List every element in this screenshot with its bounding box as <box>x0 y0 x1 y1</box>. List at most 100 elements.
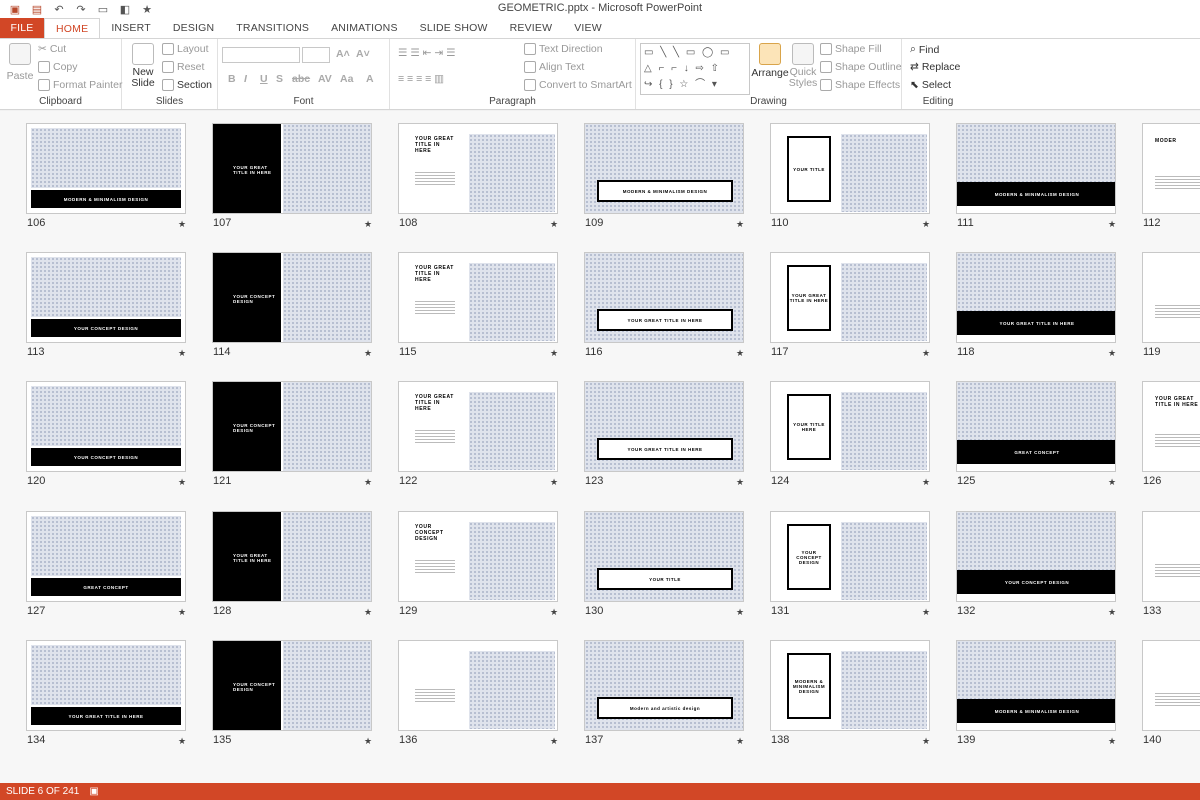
notes-icon[interactable]: ▣ <box>89 786 98 797</box>
format-painter-button[interactable]: Format Painter <box>38 79 122 91</box>
strikethrough-icon[interactable]: abc <box>292 73 310 85</box>
italic-icon[interactable]: I <box>244 73 247 85</box>
present-icon[interactable]: ▭ <box>96 2 110 16</box>
new-slide-button[interactable]: New Slide <box>128 43 158 89</box>
find-button[interactable]: ⌕ Find <box>910 43 939 56</box>
undo-icon[interactable]: ↶ <box>52 2 66 16</box>
slide-thumbnail[interactable]: YOUR CONCEPT DESIGN <box>26 381 186 472</box>
slide-thumbnail[interactable]: YOUR GREAT TITLE IN HERE <box>398 252 558 343</box>
find-label: Find <box>918 43 940 56</box>
slide-thumbnail[interactable]: YOUR TITLE <box>770 123 930 214</box>
slide-number: 125 <box>957 475 976 487</box>
layout-icon[interactable]: ◧ <box>118 2 132 16</box>
section-button[interactable]: Section <box>162 79 212 91</box>
align-icons[interactable]: ≡ ≡ ≡ ≡ ▥ <box>398 73 444 85</box>
shapes-gallery[interactable]: ▭ ╲ ╲ ▭ ◯ ▭ △ ⌐ ⌐ ↓ ⇨ ⇧ ↪ { } ☆ ⌒ ▾ <box>640 43 750 95</box>
slide-thumbnail[interactable]: YOUR GREAT TITLE IN HERE <box>398 381 558 472</box>
spacing-icon[interactable]: AV <box>318 73 332 85</box>
slide-pattern <box>469 522 555 600</box>
slide-thumbnail[interactable]: YOUR GREAT TITLE IN HERE <box>770 252 930 343</box>
slide-thumbnail[interactable] <box>1142 640 1200 731</box>
slide-thumbnail[interactable]: YOUR GREAT TITLE IN HERE <box>584 252 744 343</box>
underline-icon[interactable]: U <box>260 73 268 85</box>
ribbon-tabs: FILE HOME INSERT DESIGN TRANSITIONS ANIM… <box>0 18 1200 39</box>
slide-thumbnail[interactable]: YOUR CONCEPT DESIGN <box>26 252 186 343</box>
slide-thumbnail[interactable]: MODERN & MINIMALISM DESIGN <box>956 123 1116 214</box>
shape-outline-button[interactable]: Shape Outline <box>820 61 902 73</box>
slide-thumbnail[interactable]: MODERN & MINIMALISM DESIGN <box>584 123 744 214</box>
shrink-font-icon[interactable]: A˅ <box>356 48 370 60</box>
copy-button[interactable]: Copy <box>38 61 78 73</box>
slide-thumbnail[interactable]: YOUR GREAT TITLE IN HERE <box>956 252 1116 343</box>
bold-icon[interactable]: B <box>228 73 236 85</box>
slide-thumbnail[interactable]: YOUR CONCEPT DESIGN <box>956 511 1116 602</box>
tab-review[interactable]: REVIEW <box>499 18 564 38</box>
slide-thumbnail[interactable]: GREAT CONCEPT <box>956 381 1116 472</box>
slide-thumbnail[interactable]: YOUR GREAT TITLE IN HERE <box>398 123 558 214</box>
slide-thumbnail[interactable]: YOUR GREAT TITLE IN HERE <box>212 123 372 214</box>
star-icon[interactable]: ★ <box>140 2 154 16</box>
text-direction-button[interactable]: Text Direction <box>524 43 603 55</box>
tab-view[interactable]: VIEW <box>563 18 613 38</box>
slide-thumbnail[interactable]: YOUR GREAT TITLE IN HERE <box>584 381 744 472</box>
slide-thumbnail[interactable]: MODERN & MINIMALISM DESIGN <box>26 123 186 214</box>
slide-thumbnail[interactable]: MODER <box>1142 123 1200 214</box>
slide-thumbnail[interactable]: MODERN & MINIMALISM DESIGN <box>956 640 1116 731</box>
tab-animations[interactable]: ANIMATIONS <box>320 18 409 38</box>
layout-button[interactable]: Layout <box>162 43 209 55</box>
slide-thumbnail[interactable]: YOUR GREAT TITLE IN HERE <box>26 640 186 731</box>
redo-icon[interactable]: ↷ <box>74 2 88 16</box>
slide-thumbnail[interactable]: YOUR CONCEPT DESIGN <box>770 511 930 602</box>
slide-title-box: YOUR CONCEPT DESIGN <box>787 524 831 590</box>
slide-pattern <box>31 257 181 317</box>
slide-thumbnail[interactable] <box>398 640 558 731</box>
slide-number: 121 <box>213 475 232 487</box>
shape-effects-button[interactable]: Shape Effects <box>820 79 900 91</box>
smartart-button[interactable]: Convert to SmartArt <box>524 79 632 91</box>
bullets-icon[interactable]: ☰ ☰ ⇤ ⇥ ☰ <box>398 47 456 59</box>
slide-thumbnail[interactable]: Modern and artistic design <box>584 640 744 731</box>
slide-banner: YOUR CONCEPT DESIGN <box>213 253 281 342</box>
arrange-button[interactable]: Arrange <box>751 43 789 79</box>
tab-home[interactable]: HOME <box>44 18 101 39</box>
slide-thumbnail[interactable]: YOUR GREAT TITLE IN HERE <box>1142 381 1200 472</box>
font-color-icon[interactable]: A <box>366 73 374 85</box>
slide-sorter[interactable]: MODERN & MINIMALISM DESIGN 106 ★ YOUR GREAT… <box>0 111 1200 783</box>
slide-thumbnail[interactable]: YOUR CONCEPT DESIGN <box>398 511 558 602</box>
tab-design[interactable]: DESIGN <box>162 18 225 38</box>
quick-styles-button[interactable]: Quick Styles <box>788 43 818 89</box>
slide-thumbnail[interactable] <box>1142 511 1200 602</box>
slide-thumbnail[interactable]: MODERN & MINIMALISM DESIGN <box>770 640 930 731</box>
slide-thumbnail[interactable]: YOUR CONCEPT DESIGN <box>212 252 372 343</box>
select-button[interactable]: ⬉ Select <box>910 79 951 91</box>
tab-file[interactable]: FILE <box>0 18 44 38</box>
app-icon[interactable]: ▣ <box>8 2 22 16</box>
shape-fill-button[interactable]: Shape Fill <box>820 43 882 55</box>
shadow-icon[interactable]: S <box>276 73 283 85</box>
tab-insert[interactable]: INSERT <box>100 18 162 38</box>
cursor-icon: ⬉ <box>910 79 919 91</box>
tab-slide-show[interactable]: SLIDE SHOW <box>409 18 499 38</box>
align-text-button[interactable]: Align Text <box>524 61 584 73</box>
font-size-combo[interactable] <box>302 47 330 63</box>
cut-button[interactable]: ✂ Cut <box>38 43 66 55</box>
slide-thumbnail[interactable]: YOUR GREAT TITLE IN HERE <box>212 511 372 602</box>
slide-thumbnail[interactable]: GREAT CONCEPT <box>26 511 186 602</box>
paste-button[interactable]: Paste <box>6 43 34 82</box>
slide-thumbnail[interactable] <box>1142 252 1200 343</box>
slide-title-box: YOUR GREAT TITLE IN HERE <box>597 309 733 331</box>
grow-font-icon[interactable]: A˄ <box>336 48 350 60</box>
slide-thumbnail[interactable]: YOUR CONCEPT DESIGN <box>212 640 372 731</box>
slide-thumbnail[interactable]: YOUR TITLE HERE <box>770 381 930 472</box>
slide-body-lines <box>415 172 455 186</box>
font-name-combo[interactable] <box>222 47 300 63</box>
slide-thumbnail[interactable]: YOUR TITLE <box>584 511 744 602</box>
tab-transitions[interactable]: TRANSITIONS <box>225 18 320 38</box>
save-icon[interactable]: ▤ <box>30 2 44 16</box>
change-case-icon[interactable]: Aa <box>340 73 353 85</box>
replace-button[interactable]: ⇄ Replace <box>910 61 960 73</box>
slide-thumbnail[interactable]: YOUR CONCEPT DESIGN <box>212 381 372 472</box>
slide-body-lines <box>1155 176 1200 190</box>
slide-title-box: YOUR TITLE <box>787 136 831 202</box>
reset-button[interactable]: Reset <box>162 61 204 73</box>
